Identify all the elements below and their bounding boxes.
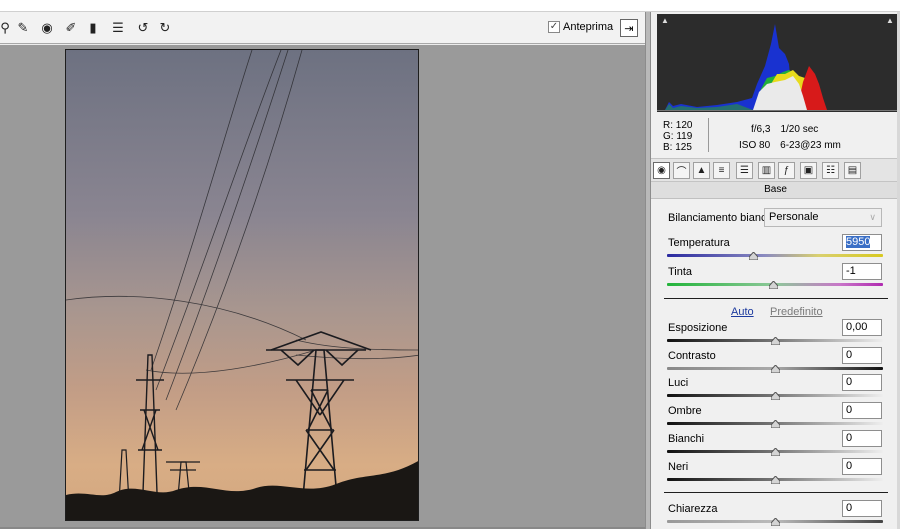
exif-info: f/6,3 1/20 sec ISO 80 6-23@23 mm [739, 122, 841, 154]
contrast-value: 0 [846, 349, 853, 361]
panel-tab-bar: ◉ ⌒ ▲ ≡ ☰ ▥ ƒ ▣ ☷ ▤ [651, 158, 900, 182]
contrast-field[interactable]: 0 [842, 347, 882, 364]
clarity-value: 0 [846, 502, 853, 514]
preview-photo[interactable] [65, 49, 419, 521]
sunset-power-lines-image [66, 50, 418, 520]
tint-field[interactable]: -1 [842, 263, 882, 280]
aperture-value: f/6,3 [751, 124, 771, 135]
green-value: G: 119 [663, 131, 693, 142]
split-toning-tab-icon[interactable]: ☰ [736, 162, 753, 179]
temperature-label: Temperatura [668, 237, 730, 249]
presets-list-icon[interactable]: ☰ [109, 19, 127, 37]
blacks-field[interactable]: 0 [842, 458, 882, 475]
preview-area: ⚲ ✎ ◉ ✐ ▮ ☰ ↺ ↻ ✓ Anteprima ⇥ [0, 12, 645, 529]
temperature-track[interactable] [667, 254, 883, 257]
camera-raw-window: ⚲ ✎ ◉ ✐ ▮ ☰ ↺ ↻ ✓ Anteprima ⇥ ▲ ▲ R: 120… [0, 0, 900, 529]
lens-value: 6-23@23 mm [780, 140, 841, 151]
preview-toggle[interactable]: ✓ Anteprima [548, 21, 613, 33]
image-canvas[interactable] [0, 45, 645, 527]
hsl-tab-icon[interactable]: ≡ [713, 162, 730, 179]
exposure-value: 0,00 [846, 321, 868, 333]
blacks-value: 0 [846, 460, 853, 472]
temperature-value: 5950 [846, 236, 871, 248]
graduated-filter-icon[interactable]: ▮ [84, 19, 102, 37]
adjustment-brush-icon[interactable]: ⚲ [0, 19, 14, 37]
info-divider [708, 118, 709, 152]
histogram: ▲ ▲ [657, 14, 899, 112]
white-balance-value: Personale [769, 211, 819, 223]
rotate-left-icon[interactable]: ↺ [134, 19, 152, 37]
auto-link[interactable]: Auto [731, 306, 754, 318]
shutter-value: 1/20 sec [780, 124, 819, 135]
preview-label: Anteprima [563, 21, 614, 33]
blacks-slider-thumb[interactable] [771, 476, 780, 484]
tint-label: Tinta [668, 266, 693, 278]
section-divider-2 [664, 492, 888, 493]
shadows-field[interactable]: 0 [842, 402, 882, 419]
default-link[interactable]: Predefinito [770, 306, 823, 318]
whites-label: Bianchi [668, 433, 705, 445]
temperature-field[interactable]: 5950 [842, 234, 882, 251]
tint-value: -1 [846, 265, 856, 277]
adjustments-panel: ▲ ▲ R: 120 G: 119 B: 125 f/6,3 1/20 sec … [651, 12, 900, 529]
image-info: R: 120 G: 119 B: 125 f/6,3 1/20 sec ISO … [651, 114, 900, 154]
camera-calibration-tab-icon[interactable]: ▣ [800, 162, 817, 179]
presets-tab-icon[interactable]: ☷ [822, 162, 839, 179]
white-balance-select[interactable]: Personale ∨ [764, 208, 882, 227]
clarity-field[interactable]: 0 [842, 500, 882, 517]
panel-title: Base [651, 182, 900, 199]
rotate-right-icon[interactable]: ↻ [156, 19, 174, 37]
shadows-slider-thumb[interactable] [771, 420, 780, 428]
whites-slider-thumb[interactable] [771, 448, 780, 456]
preview-checkbox[interactable]: ✓ [548, 21, 560, 33]
highlights-value: 0 [846, 376, 853, 388]
clarity-label: Chiarezza [668, 503, 718, 515]
whites-value: 0 [846, 432, 853, 444]
effects-tab-icon[interactable]: ƒ [778, 162, 795, 179]
brush-icon[interactable]: ✐ [62, 19, 80, 37]
chevron-down-icon: ∨ [869, 212, 876, 222]
spot-removal-icon[interactable]: ✎ [14, 19, 32, 37]
rgb-readout: R: 120 G: 119 B: 125 [663, 120, 692, 153]
blacks-label: Neri [668, 461, 689, 473]
title-strip [0, 0, 900, 12]
red-value: R: 120 [663, 120, 693, 131]
exposure-slider-thumb[interactable] [771, 337, 780, 345]
exposure-label: Esposizione [668, 322, 728, 334]
blue-value: B: 125 [663, 142, 692, 153]
highlights-label: Luci [668, 377, 689, 389]
iso-value: ISO 80 [739, 140, 771, 151]
tool-bar: ⚲ ✎ ◉ ✐ ▮ ☰ ↺ ↻ ✓ Anteprima ⇥ [0, 12, 645, 44]
basic-tab-icon[interactable]: ◉ [653, 162, 670, 179]
temperature-slider-thumb[interactable] [749, 252, 759, 260]
shadows-label: Ombre [668, 405, 702, 417]
whites-field[interactable]: 0 [842, 430, 882, 447]
tint-slider-thumb[interactable] [768, 281, 778, 289]
highlights-field[interactable]: 0 [842, 374, 882, 391]
section-divider [664, 298, 888, 299]
lens-tab-icon[interactable]: ▥ [758, 162, 775, 179]
fullscreen-toggle-icon[interactable]: ⇥ [620, 19, 638, 37]
detail-tab-icon[interactable]: ▲ [693, 162, 710, 179]
shadows-value: 0 [846, 404, 853, 416]
contrast-slider-thumb[interactable] [771, 365, 780, 373]
snapshots-tab-icon[interactable]: ▤ [844, 162, 861, 179]
tone-curve-tab-icon[interactable]: ⌒ [673, 162, 690, 179]
histogram-graph [657, 24, 899, 111]
highlights-slider-thumb[interactable] [771, 392, 780, 400]
red-eye-icon[interactable]: ◉ [38, 19, 56, 37]
contrast-label: Contrasto [668, 350, 716, 362]
clarity-slider-thumb[interactable] [771, 518, 780, 526]
white-balance-label: Bilanciamento bianco: [668, 212, 776, 224]
exposure-field[interactable]: 0,00 [842, 319, 882, 336]
